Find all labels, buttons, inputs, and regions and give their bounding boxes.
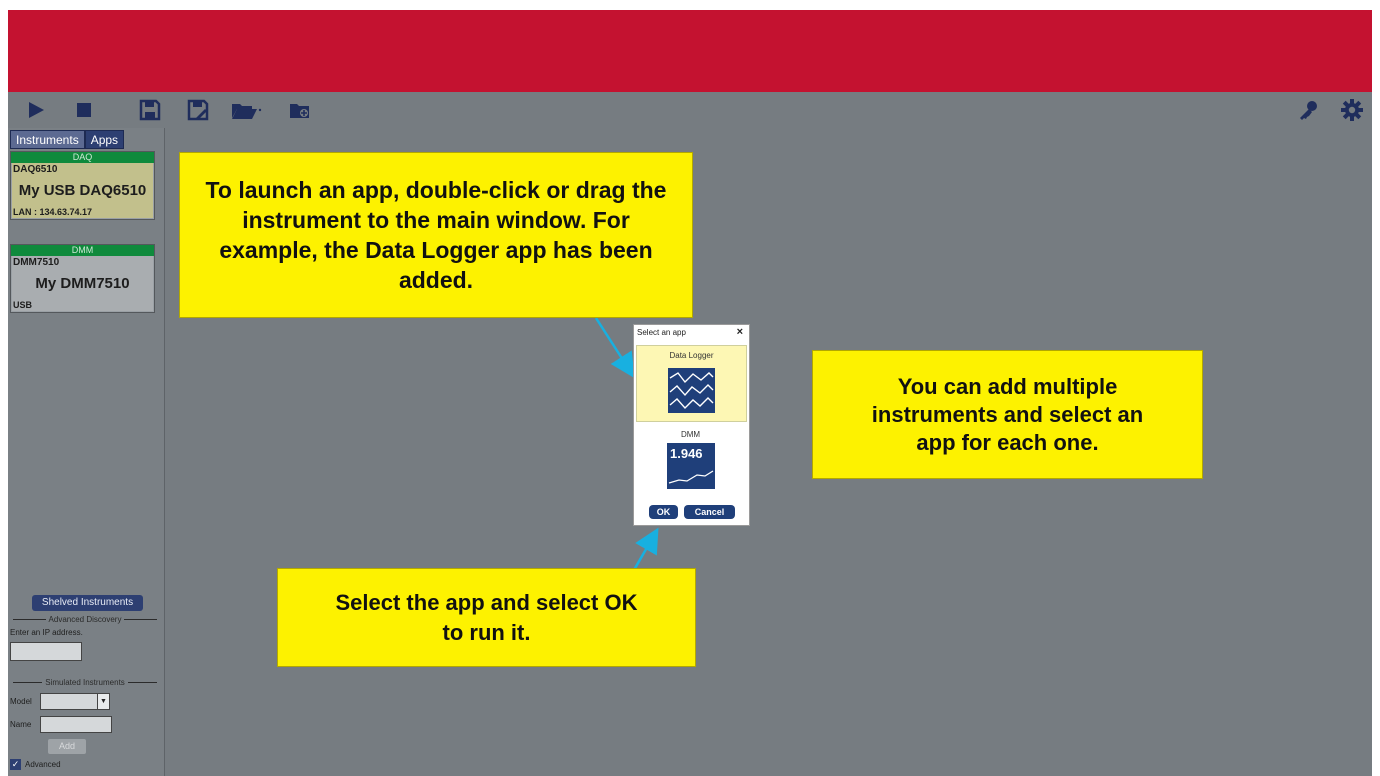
- data-logger-app-icon: [668, 368, 715, 413]
- dmm-reading: 1.946: [670, 446, 703, 461]
- ok-button[interactable]: OK: [649, 505, 678, 519]
- app-option-label: DMM: [680, 430, 701, 439]
- title-banner: [8, 10, 1372, 92]
- arrow-to-data-logger: [594, 317, 635, 379]
- app-option-dmm[interactable]: DMM 1.946: [636, 425, 745, 495]
- callout-launch-app: To launch an app, double-click or drag t…: [179, 152, 693, 318]
- app-window: Instruments Apps DAQ DAQ6510 My USB DAQ6…: [8, 92, 1372, 776]
- arrow-to-ok-button: [632, 527, 659, 571]
- callout-multiple-instruments: You can add multiple instruments and sel…: [812, 350, 1203, 479]
- select-app-dialog: Select an app × Data Logger DMM 1.946 OK: [633, 324, 750, 526]
- callout-select-ok: Select the app and select OK to run it.: [277, 568, 696, 667]
- app-option-label: Data Logger: [669, 351, 714, 360]
- dialog-title: Select an app: [637, 328, 686, 337]
- app-option-data-logger[interactable]: Data Logger: [636, 345, 747, 422]
- dmm-app-icon: 1.946: [667, 443, 715, 489]
- close-icon[interactable]: ×: [737, 326, 743, 338]
- cancel-button[interactable]: Cancel: [684, 505, 735, 519]
